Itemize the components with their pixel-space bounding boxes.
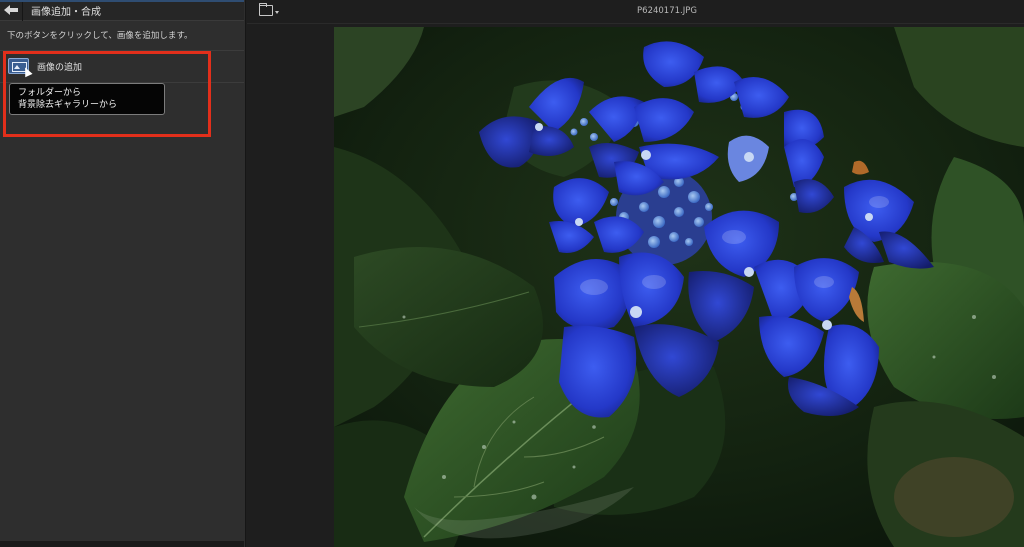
header-accent-line <box>0 0 244 2</box>
back-arrow-icon <box>4 5 18 15</box>
image-filename: P6240171.JPG <box>637 6 697 16</box>
photo-canvas[interactable] <box>334 27 1024 547</box>
back-button[interactable] <box>0 0 22 21</box>
panel-title: 画像追加・合成 <box>31 6 101 18</box>
hydrangea-photo <box>334 27 1024 547</box>
panel-header: 画像追加・合成 <box>0 0 244 21</box>
left-panel: 画像追加・合成 下のボタンをクリックして、画像を追加します。 画像の追加 フォル… <box>0 0 246 547</box>
instruction-text: 下のボタンをクリックして、画像を追加します。 <box>7 31 193 41</box>
viewer-header: P6240171.JPG <box>247 0 1024 24</box>
highlight-annotation-box <box>3 51 211 137</box>
panel-footer <box>0 541 244 547</box>
app-window: 画像追加・合成 下のボタンをクリックして、画像を追加します。 画像の追加 フォル… <box>0 0 1024 547</box>
image-viewer: P6240171.JPG <box>247 0 1024 547</box>
